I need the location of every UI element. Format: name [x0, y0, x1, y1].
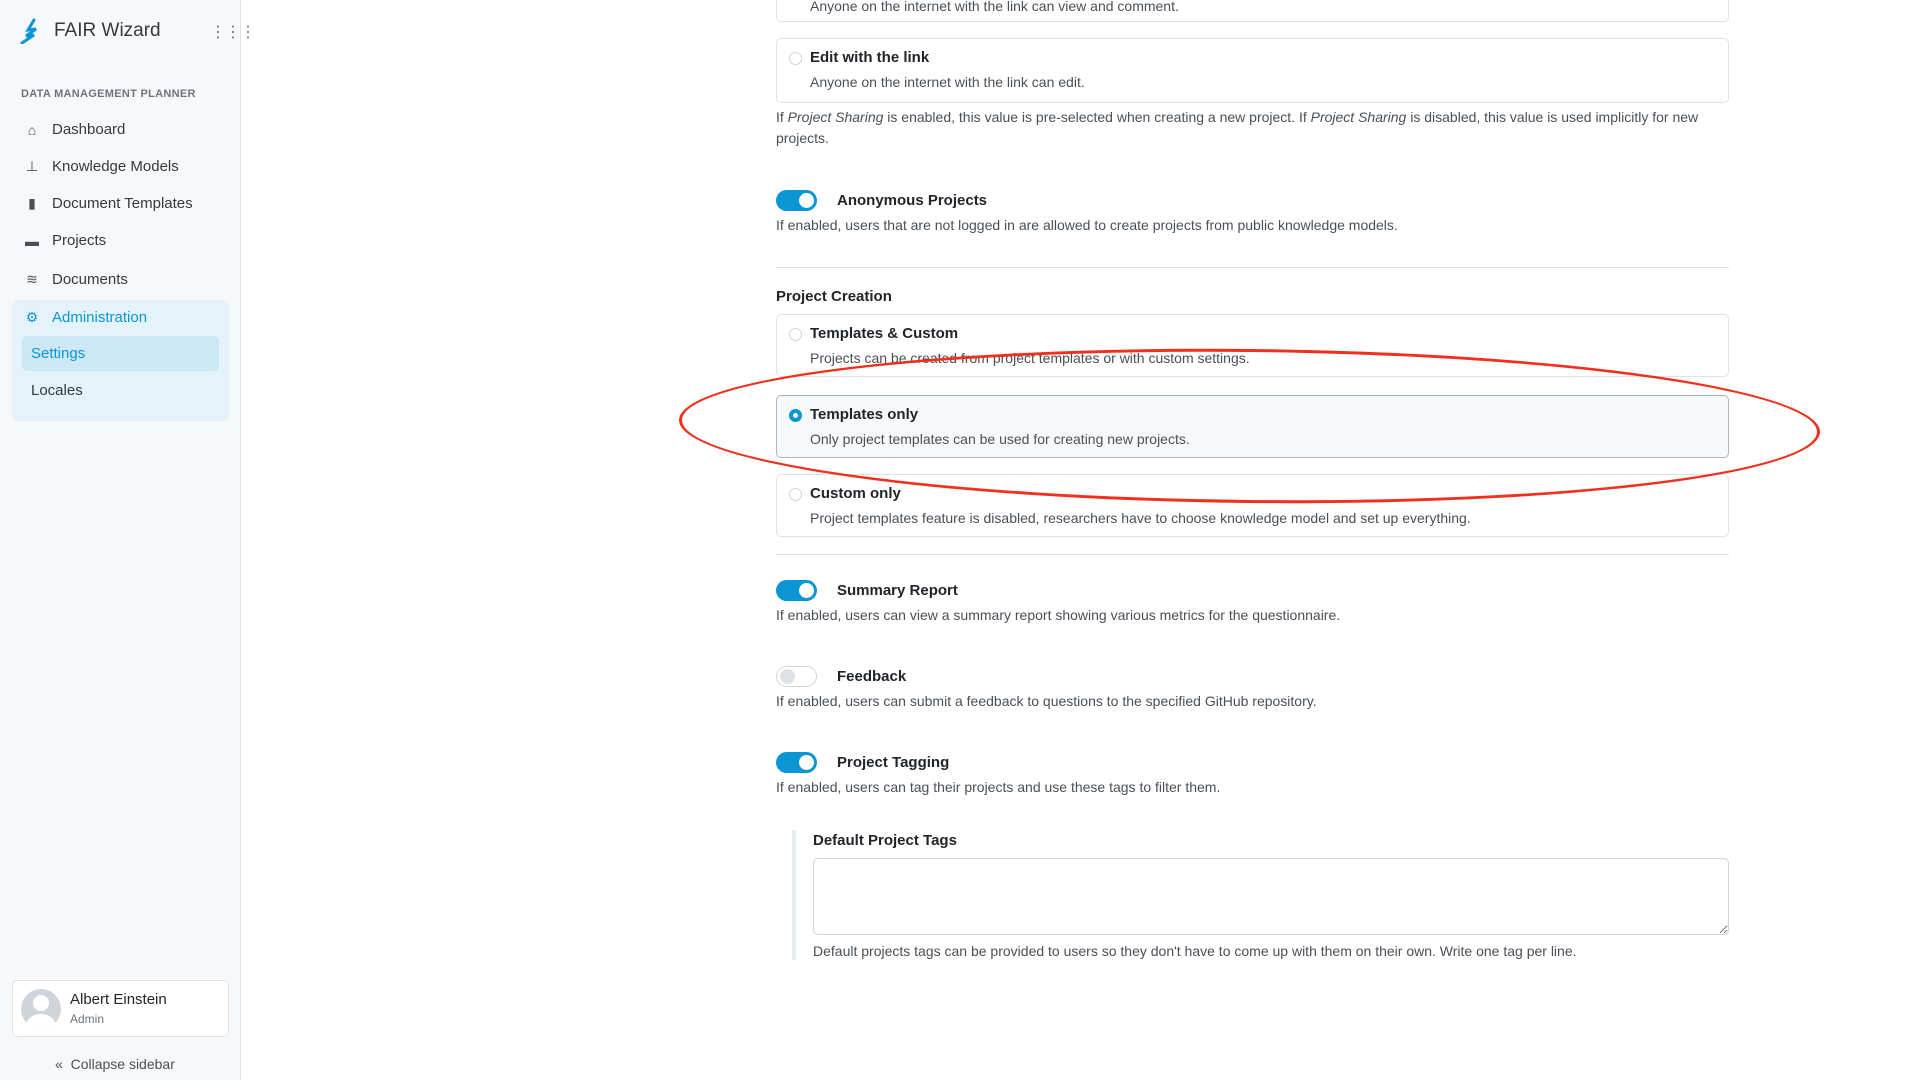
sidebar-item-label: Document Templates — [52, 195, 193, 212]
sidebar-item-dashboard[interactable]: ⌂ Dashboard — [24, 121, 126, 138]
radio[interactable] — [789, 488, 802, 501]
option-title: Templates only — [810, 406, 919, 423]
folder-icon: ▬ — [25, 232, 39, 249]
summary-report-label: Summary Report — [837, 582, 958, 599]
feedback-label: Feedback — [837, 668, 907, 685]
feedback-toggle[interactable] — [776, 666, 817, 687]
anonymous-projects-toggle[interactable] — [776, 190, 817, 211]
fair-wizard-logo-icon — [20, 18, 37, 44]
sidebar-item-document-templates[interactable]: ▮ Document Templates — [24, 195, 193, 212]
sidebar-item-label: Projects — [52, 232, 107, 249]
option-description: Anyone on the internet with the link can… — [810, 0, 1179, 14]
sidebar-item-label: Administration — [52, 309, 148, 326]
section-label: DATA MANAGEMENT PLANNER — [21, 88, 196, 100]
sidebar-item-documents[interactable]: ≋ Documents — [24, 271, 128, 288]
sidebar-item-label: Dashboard — [52, 121, 126, 138]
option-title: Templates & Custom — [810, 325, 959, 342]
sharing-help: If Project Sharing is enabled, this valu… — [776, 109, 1699, 146]
sidebar-item-label: Knowledge Models — [52, 158, 179, 175]
apps-grid-icon[interactable]: ⋮⋮⋮ — [210, 22, 256, 42]
user-role: Admin — [70, 1012, 105, 1026]
project-tagging-label: Project Tagging — [837, 754, 950, 771]
divider — [776, 267, 1729, 268]
radio[interactable] — [789, 328, 802, 341]
file-code-icon: ▮ — [28, 195, 36, 211]
sidebar-item-projects[interactable]: ▬ Projects — [24, 232, 106, 249]
option-description: Projects can be created from project tem… — [810, 350, 1250, 366]
creation-option-custom-only[interactable]: Custom only Project templates feature is… — [776, 474, 1729, 537]
home-icon: ⌂ — [27, 121, 37, 138]
option-description: Project templates feature is disabled, r… — [810, 510, 1471, 526]
sidebar-subitem-locales[interactable]: Locales — [31, 382, 83, 399]
feedback-help: If enabled, users can submit a feedback … — [776, 693, 1317, 709]
sharing-option-comment[interactable]: Anyone on the internet with the link can… — [776, 0, 1729, 22]
gear-icon: ⚙ — [25, 309, 39, 325]
option-title: Custom only — [810, 485, 901, 502]
avatar — [21, 989, 61, 1029]
project-creation-heading: Project Creation — [776, 288, 892, 305]
user-menu[interactable]: Albert Einstein Admin — [12, 980, 229, 1037]
default-project-tags-input[interactable] — [813, 858, 1729, 935]
project-tagging-help: If enabled, users can tag their projects… — [776, 779, 1221, 795]
sitemap-icon: ⊥ — [25, 158, 39, 174]
chevrons-left-icon: « — [55, 1056, 71, 1072]
anonymous-projects-label: Anonymous Projects — [837, 192, 988, 209]
sidebar-item-knowledge-models[interactable]: ⊥ Knowledge Models — [24, 158, 179, 175]
user-name: Albert Einstein — [70, 991, 167, 1008]
divider — [776, 554, 1729, 555]
creation-option-templates-only[interactable]: Templates only Only project templates ca… — [776, 395, 1729, 458]
layers-icon: ≋ — [26, 271, 38, 287]
option-title: Edit with the link — [810, 49, 930, 66]
anonymous-projects-help: If enabled, users that are not logged in… — [776, 217, 1398, 233]
logo[interactable]: FAIR Wizard — [20, 18, 161, 44]
summary-report-help: If enabled, users can view a summary rep… — [776, 607, 1341, 623]
summary-report-toggle[interactable] — [776, 580, 817, 601]
sidebar-item-label: Documents — [52, 271, 128, 288]
default-project-tags-help: Default projects tags can be provided to… — [813, 943, 1577, 959]
radio-selected[interactable] — [789, 409, 802, 422]
collapse-sidebar-button[interactable]: « Collapse sidebar — [55, 1056, 175, 1072]
sidebar: FAIR Wizard ⋮⋮⋮ DATA MANAGEMENT PLANNER … — [0, 0, 256, 1080]
collapse-label: Collapse sidebar — [70, 1056, 175, 1072]
creation-option-templates-and-custom[interactable]: Templates & Custom Projects can be creat… — [776, 314, 1729, 377]
radio[interactable] — [789, 52, 802, 65]
settings-label[interactable]: Settings — [31, 345, 85, 362]
option-description: Only project templates can be used for c… — [810, 431, 1190, 447]
sidebar-item-administration[interactable]: ⚙ Administration — [24, 309, 147, 326]
sharing-option-edit[interactable]: Edit with the link Anyone on the interne… — [776, 38, 1729, 103]
nested-indent-bar — [792, 830, 796, 960]
default-project-tags-label: Default Project Tags — [813, 832, 957, 849]
option-description: Anyone on the internet with the link can… — [810, 74, 1085, 90]
project-tagging-toggle[interactable] — [776, 752, 817, 773]
app-title: FAIR Wizard — [54, 20, 161, 41]
